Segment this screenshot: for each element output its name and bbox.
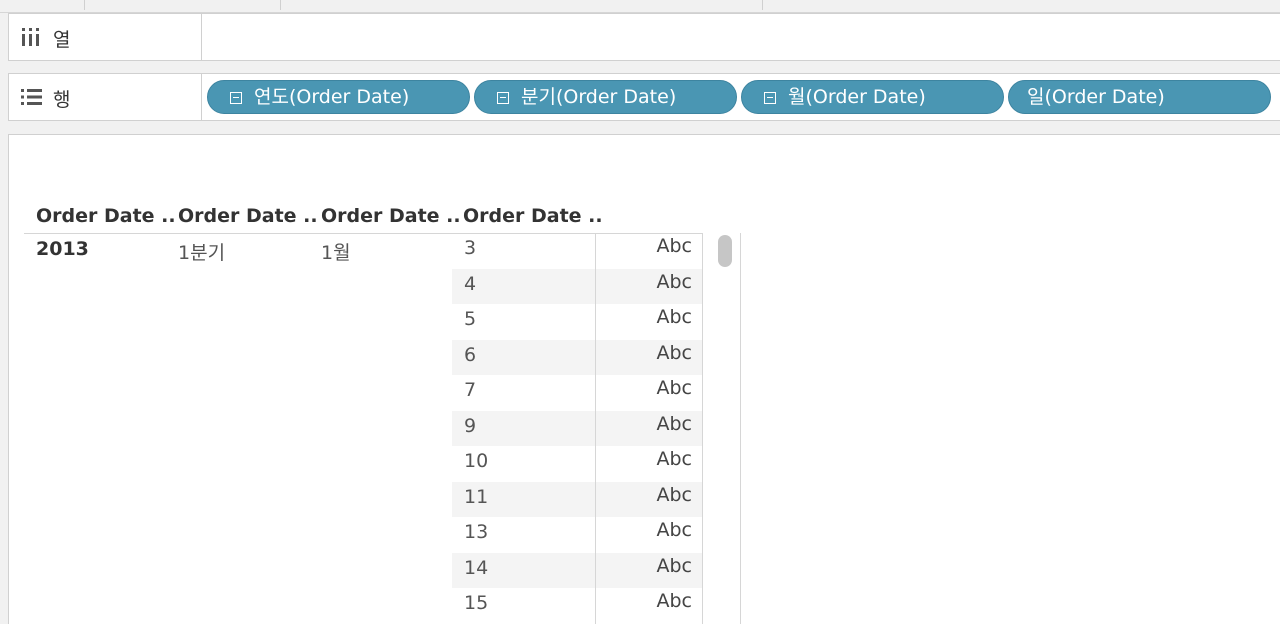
table-row[interactable]: 15 Abc <box>452 588 702 624</box>
abc-cell[interactable]: Abc <box>656 342 692 364</box>
table-row[interactable]: 7 Abc <box>452 375 702 411</box>
rows-icon <box>21 89 42 105</box>
pill-label: 연도(Order Date) <box>254 86 410 108</box>
pill-year-order-date[interactable]: 연도(Order Date) <box>207 80 470 114</box>
abc-cell[interactable]: Abc <box>656 377 692 399</box>
abc-cell[interactable]: Abc <box>656 448 692 470</box>
day-value-table: 3 Abc 4 Abc 5 Abc 6 Abc 7 Abc 9 Abc 10 Abc 11 Abc 13 Abc 1… <box>452 233 702 624</box>
column-header-month[interactable]: Order Date .. <box>321 205 461 227</box>
abc-cell[interactable]: Abc <box>656 519 692 541</box>
table-row[interactable]: 5 Abc <box>452 304 702 340</box>
pill-label: 분기(Order Date) <box>521 86 677 108</box>
table-row[interactable]: 13 Abc <box>452 517 702 553</box>
abc-cell[interactable]: Abc <box>656 590 692 612</box>
rows-shelf-title: 행 <box>53 89 71 111</box>
column-divider <box>595 233 596 624</box>
pill-month-order-date[interactable]: 월(Order Date) <box>741 80 1004 114</box>
table-right-border <box>702 233 703 624</box>
columns-shelf-title: 열 <box>53 29 71 51</box>
day-cell[interactable]: 7 <box>464 379 476 401</box>
cell-year[interactable]: 2013 <box>36 238 89 260</box>
day-cell[interactable]: 4 <box>464 273 476 295</box>
pill-quarter-order-date[interactable]: 분기(Order Date) <box>474 80 737 114</box>
pill-label: 월(Order Date) <box>788 86 926 108</box>
day-cell[interactable]: 6 <box>464 344 476 366</box>
header-divider <box>24 233 452 234</box>
table-row[interactable]: 11 Abc <box>452 481 702 517</box>
day-cell[interactable]: 3 <box>464 237 476 259</box>
scrollbar[interactable] <box>710 233 741 624</box>
columns-icon <box>22 28 39 46</box>
column-header-day[interactable]: Order Date .. <box>463 205 603 227</box>
abc-cell[interactable]: Abc <box>656 306 692 328</box>
table-row[interactable]: 3 Abc <box>452 233 702 269</box>
table-row[interactable]: 9 Abc <box>452 410 702 446</box>
day-cell[interactable]: 10 <box>464 450 488 472</box>
abc-cell[interactable]: Abc <box>656 235 692 257</box>
columns-shelf-label: 열 <box>9 14 202 60</box>
day-cell[interactable]: 15 <box>464 592 488 614</box>
table-top-border <box>452 233 702 234</box>
strip-divider <box>280 0 281 10</box>
scrollbar-border <box>740 233 741 624</box>
table-row[interactable]: 10 Abc <box>452 446 702 482</box>
day-cell[interactable]: 11 <box>464 486 488 508</box>
day-cell[interactable]: 14 <box>464 557 488 579</box>
cell-quarter[interactable]: 1분기 <box>178 238 225 265</box>
column-header-year[interactable]: Order Date .. <box>36 205 176 227</box>
collapse-icon[interactable] <box>764 92 776 104</box>
scrollbar-thumb[interactable] <box>718 235 732 267</box>
table-row[interactable]: 6 Abc <box>452 339 702 375</box>
rows-shelf[interactable]: 행 연도(Order Date) 분기(Order Date) 월(Order … <box>8 73 1280 121</box>
strip-divider <box>84 0 85 10</box>
abc-cell[interactable]: Abc <box>656 271 692 293</box>
collapse-icon[interactable] <box>497 92 509 104</box>
abc-cell[interactable]: Abc <box>656 484 692 506</box>
rows-shelf-label: 행 <box>9 74 202 120</box>
table-row[interactable]: 4 Abc <box>452 268 702 304</box>
day-cell[interactable]: 5 <box>464 308 476 330</box>
abc-cell[interactable]: Abc <box>656 413 692 435</box>
strip-divider <box>762 0 763 10</box>
cell-month[interactable]: 1월 <box>321 238 351 265</box>
pill-day-order-date[interactable]: 일(Order Date) <box>1008 80 1271 114</box>
top-toolbar-strip <box>0 0 1280 13</box>
day-cell[interactable]: 13 <box>464 521 488 543</box>
columns-shelf[interactable]: 열 <box>8 13 1280 61</box>
day-cell[interactable]: 9 <box>464 415 476 437</box>
column-header-quarter[interactable]: Order Date .. <box>178 205 318 227</box>
pill-label: 일(Order Date) <box>1027 86 1165 108</box>
table-row[interactable]: 14 Abc <box>452 552 702 588</box>
abc-cell[interactable]: Abc <box>656 555 692 577</box>
collapse-icon[interactable] <box>230 92 242 104</box>
